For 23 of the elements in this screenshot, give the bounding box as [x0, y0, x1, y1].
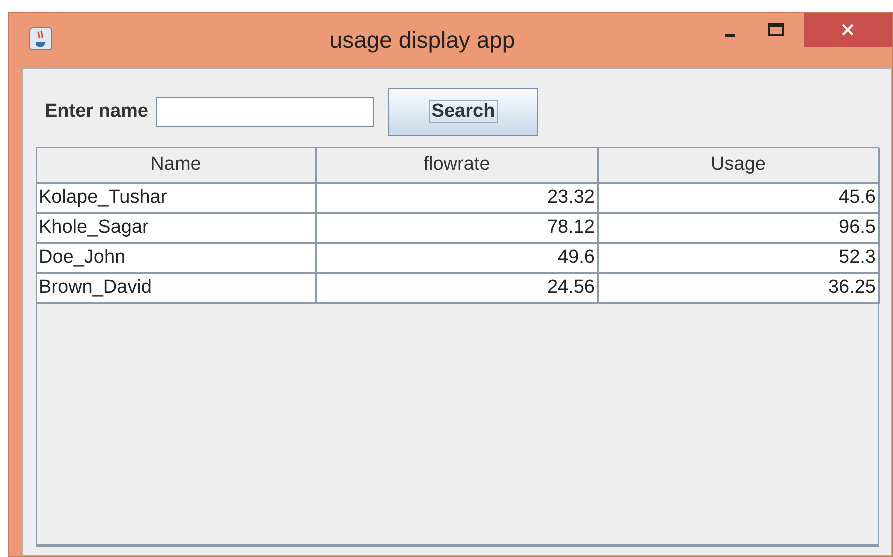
table-cell: Kolape_Tushar: [37, 184, 317, 214]
coffee-cup-icon: [29, 27, 53, 51]
search-button[interactable]: Search: [388, 88, 538, 136]
table-cell: 78.12: [317, 214, 599, 244]
name-field[interactable]: [156, 97, 374, 127]
name-label: Enter name: [45, 101, 148, 123]
table-cell: 49.6: [317, 244, 599, 274]
column-header[interactable]: flowrate: [317, 148, 599, 184]
table-cell: 96.5: [599, 214, 880, 244]
window-title: usage display app: [328, 27, 516, 54]
table-cell: Khole_Sagar: [37, 214, 317, 244]
table-cell: 23.32: [317, 184, 599, 214]
table-cell: Doe_John: [37, 244, 317, 274]
maximize-icon: [768, 23, 784, 37]
table-cell: 45.6: [599, 184, 880, 214]
column-header[interactable]: Usage: [599, 148, 880, 184]
table-cell: 24.56: [317, 274, 599, 304]
table-cell: 52.3: [599, 244, 880, 274]
close-icon: [841, 23, 855, 37]
table-cell: 36.25: [599, 274, 880, 304]
column-header[interactable]: Name: [37, 148, 317, 184]
minimize-icon: [725, 34, 735, 36]
table-cell: Brown_David: [37, 274, 317, 304]
